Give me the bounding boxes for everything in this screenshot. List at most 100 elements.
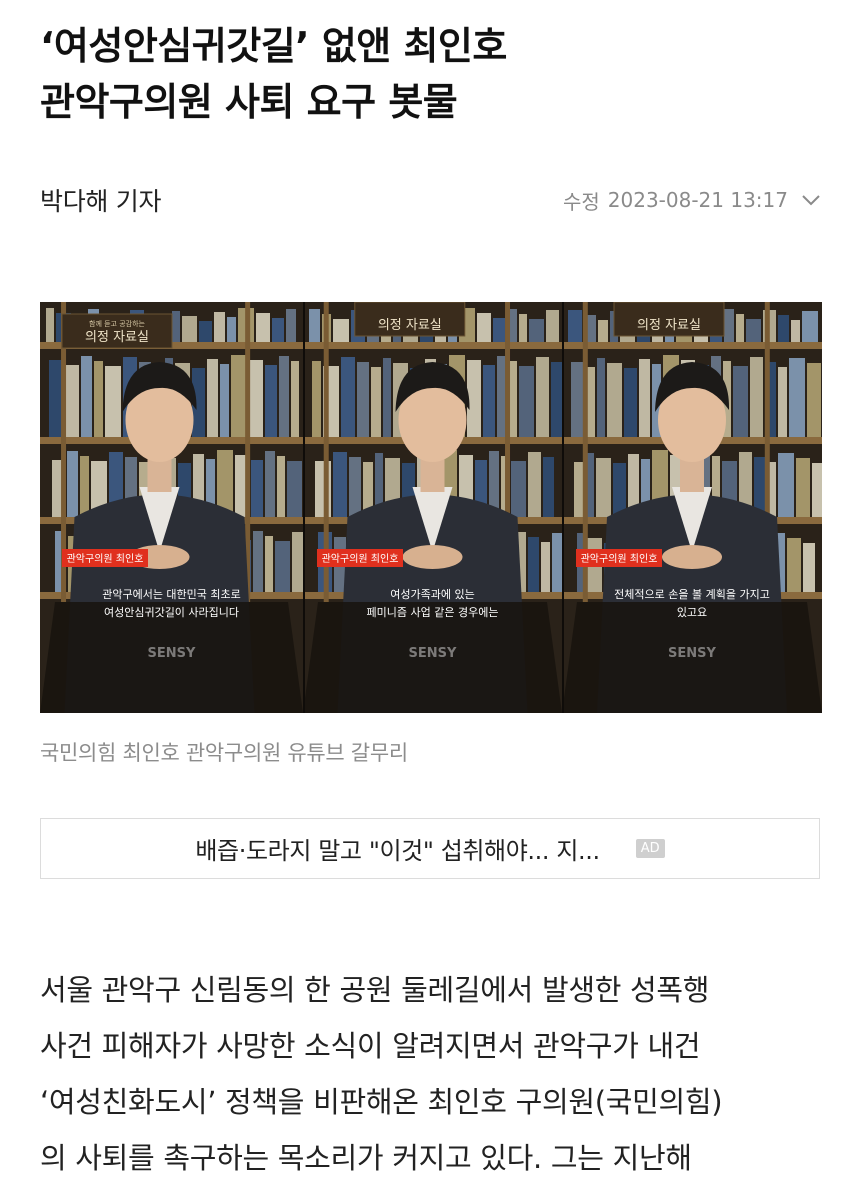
panel-divider <box>562 302 564 713</box>
book-spine <box>733 366 748 437</box>
book-spine <box>509 361 517 437</box>
article-body: 서울 관악구 신림동의 한 공원 둘레길에서 발생한 성폭행 사건 피해자가 사… <box>40 962 830 1186</box>
book-spine <box>333 452 347 517</box>
book-spine <box>574 462 584 517</box>
book-spine <box>80 456 89 517</box>
book-spine <box>568 310 582 342</box>
book-spine <box>214 312 225 342</box>
book-spine <box>67 451 78 517</box>
book-spine <box>812 463 822 517</box>
person-hands <box>662 545 722 569</box>
book-spine <box>551 362 562 437</box>
name-tag-text: 관악구의원 최인호 <box>322 553 399 565</box>
book-spine <box>349 457 361 517</box>
photo-caption: 국민의힘 최인호 관악구의원 유튜브 갈무리 <box>40 741 408 765</box>
ad-text[interactable]: 배즙·도라지 말고 "이것" 섭취해야... 지... <box>195 831 600 866</box>
book-spine <box>787 538 801 592</box>
book-spine <box>519 314 527 342</box>
book-spine <box>789 358 805 437</box>
video-frames-image: 함께 듣고 공감하는의정 자료실관악구의원 최인호관악구에서는 대한민국 최초로… <box>40 302 822 713</box>
book-spine <box>796 458 810 517</box>
shelf-board <box>562 342 822 349</box>
book-spine <box>803 543 815 592</box>
book-spine <box>256 313 270 342</box>
book-spine <box>750 357 763 437</box>
chevron-down-icon[interactable] <box>800 189 822 211</box>
shelf-board <box>303 342 562 349</box>
ad-banner[interactable]: 배즙·도라지 말고 "이것" 섭취해야... 지... AD <box>40 818 820 879</box>
book-spine <box>94 361 103 437</box>
book-spine <box>807 363 821 437</box>
book-spine <box>199 321 212 342</box>
article-line: 의 사퇴를 촉구하는 목소리가 커지고 있다. 그는 지난해 <box>40 1141 692 1175</box>
book-spine <box>309 309 320 342</box>
book-spine <box>541 542 550 592</box>
headline-line-2: 관악구의원 사퇴 요구 봇물 <box>40 80 458 124</box>
subtitle-line: 페미니즘 사업 같은 경우에는 <box>367 606 499 619</box>
book-spine <box>253 531 263 592</box>
book-spine <box>371 367 381 437</box>
book-spine <box>265 451 275 517</box>
book-spine <box>736 314 744 342</box>
subtitle-line: 있고요 <box>677 606 707 619</box>
book-spine <box>746 319 761 342</box>
book-spine <box>511 461 526 517</box>
book-spine <box>624 368 637 437</box>
book-spine <box>597 358 605 437</box>
room-sign-text: 의정 자료실 <box>378 318 442 333</box>
book-spine <box>172 311 180 342</box>
article-line: 사건 피해자가 사망한 소식이 알려지면서 관악구가 내건 <box>40 1029 701 1063</box>
book-spine <box>543 457 554 517</box>
book-spine <box>598 320 608 342</box>
book-spine <box>483 365 495 437</box>
book-spine <box>778 315 789 342</box>
book-spine <box>571 362 583 437</box>
book-spine <box>383 358 391 437</box>
book-spine <box>279 356 289 437</box>
book-spine <box>357 362 369 437</box>
subtitle-line: 관악구에서는 대한민국 최초로 <box>102 588 241 601</box>
room-sign-text: 의정 자료실 <box>85 330 149 345</box>
book-spine <box>207 359 218 437</box>
book-spine <box>265 536 273 592</box>
book-spine <box>227 317 236 342</box>
book-spine <box>265 365 277 437</box>
subtitle-line: 여성안심귀갓길이 사라집니다 <box>104 606 239 619</box>
book-spine <box>802 311 818 342</box>
person-hands <box>402 545 463 569</box>
name-tag-text: 관악구의원 최인호 <box>67 553 144 565</box>
subtitle-line: 여성가족과에 있는 <box>390 588 474 601</box>
watermark-text: SENSY <box>148 646 196 661</box>
book-spine <box>477 313 491 342</box>
book-spine <box>529 319 544 342</box>
headline-line-1: ‘여성안심귀갓길’ 없앤 최인호 <box>40 24 507 68</box>
book-spine <box>81 356 92 437</box>
book-spine <box>251 460 263 517</box>
book-spine <box>312 361 321 437</box>
book-spine <box>182 316 197 342</box>
book-spine <box>528 537 539 592</box>
book-spine <box>493 318 505 342</box>
book-spine <box>536 357 549 437</box>
book-spine <box>519 366 534 437</box>
article-photo: 함께 듣고 공감하는 의정 자료실 관악구의원 최인호 관악구에서는 대한민국 최초로… <box>40 302 822 713</box>
book-spine <box>249 360 263 437</box>
modified-info[interactable]: 수정 2023-08-21 13:17 <box>563 186 822 215</box>
modified-label: 수정 <box>562 189 600 214</box>
book-spine <box>341 357 355 437</box>
byline: 박다해 기자 수정 2023-08-21 13:17 <box>40 178 822 222</box>
book-spine <box>66 365 79 437</box>
panel-divider <box>303 302 305 713</box>
book-spine <box>105 366 121 437</box>
subtitle-line: 전체적으로 손을 볼 계획을 가지고 <box>614 588 770 601</box>
book-spine <box>528 452 541 517</box>
book-spine <box>596 458 611 517</box>
book-spine <box>291 361 299 437</box>
book-spine <box>275 541 290 592</box>
video-frame-panel: 의정 자료실관악구의원 최인호전체적으로 손을 볼 계획을 가지고있고요 SENS… <box>562 302 822 713</box>
article-line: 서울 관악구 신림동의 한 공원 둘레길에서 발생한 성폭행 <box>40 973 710 1007</box>
article-line: ‘여성친화도시’ 정책을 비판해온 최인호 구의원(국민의힘) <box>40 1085 723 1119</box>
book-spine <box>467 360 481 437</box>
book-spine <box>46 308 54 342</box>
room-sign-text: 의정 자료실 <box>637 318 701 333</box>
